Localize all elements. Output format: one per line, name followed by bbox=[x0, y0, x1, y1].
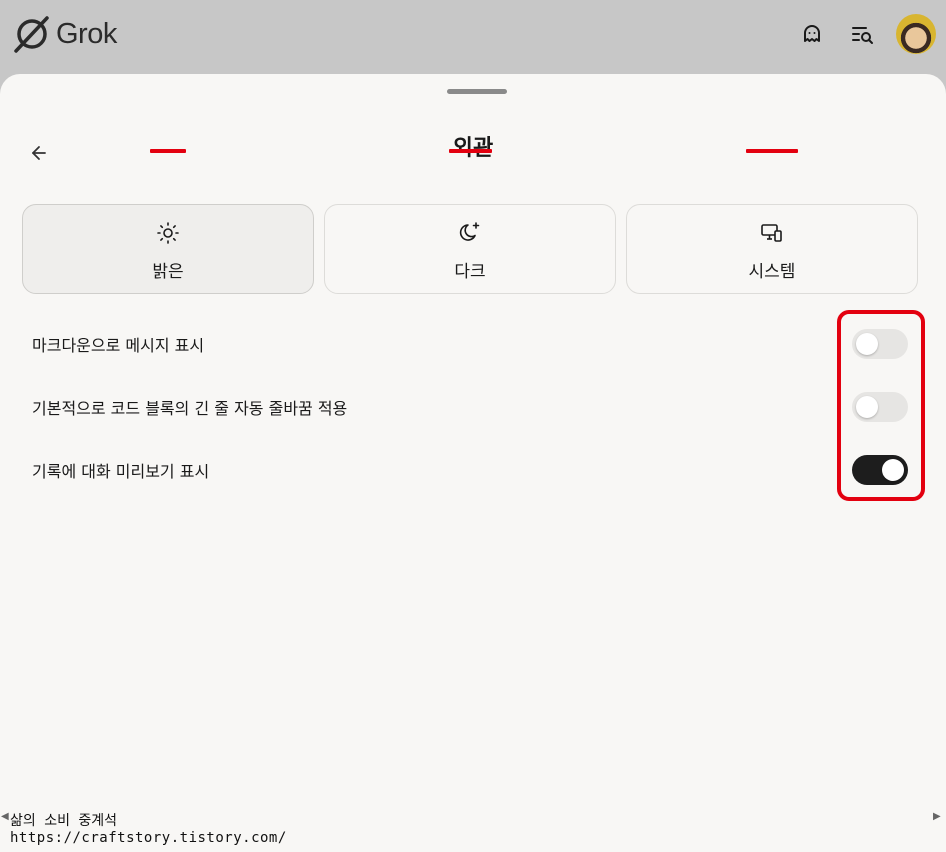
ghost-icon[interactable] bbox=[798, 20, 826, 48]
page-title: 외관 bbox=[0, 130, 946, 162]
setting-label: 기본적으로 코드 블록의 긴 줄 자동 줄바꿈 적용 bbox=[32, 399, 348, 418]
theme-option-system[interactable]: 시스템 bbox=[626, 204, 918, 294]
app-name: Grok bbox=[56, 17, 117, 50]
setting-label: 기록에 대화 미리보기 표시 bbox=[32, 462, 210, 481]
scroll-right-icon: ▶ bbox=[933, 811, 941, 822]
drag-handle[interactable] bbox=[447, 89, 507, 94]
theme-label: 시스템 bbox=[748, 262, 796, 282]
setting-history-preview: 기록에 대화 미리보기 표시 bbox=[32, 450, 912, 490]
history-search-icon[interactable] bbox=[849, 20, 877, 48]
annotation-underline bbox=[746, 149, 798, 153]
moon-sparkle-icon bbox=[459, 222, 480, 241]
user-avatar[interactable] bbox=[896, 14, 936, 54]
annotation-underline bbox=[150, 149, 186, 153]
setting-markdown: 마크다운으로 메시지 표시 bbox=[32, 324, 912, 364]
grok-logo[interactable]: Grok bbox=[12, 14, 117, 54]
annotation-highlight-box bbox=[837, 310, 925, 501]
top-bar: Grok bbox=[0, 0, 946, 74]
theme-label: 밝은 bbox=[152, 262, 184, 282]
grok-logo-icon bbox=[14, 16, 49, 53]
watermark-title: 삶의 소비 중계석 bbox=[10, 813, 118, 829]
theme-label: 다크 bbox=[454, 262, 486, 282]
scroll-left-icon: ◀ bbox=[1, 811, 9, 822]
setting-code-wrap: 기본적으로 코드 블록의 긴 줄 자동 줄바꿈 적용 bbox=[32, 387, 912, 427]
watermark-url: https://craftstory.tistory.com/ bbox=[10, 830, 287, 846]
setting-label: 마크다운으로 메시지 표시 bbox=[32, 336, 205, 355]
theme-option-dark[interactable]: 다크 bbox=[324, 204, 616, 294]
devices-icon bbox=[761, 224, 782, 242]
appearance-sheet: 외관 밝은 다크 bbox=[0, 74, 946, 852]
sun-icon bbox=[157, 222, 179, 244]
annotation-underline bbox=[449, 149, 492, 153]
theme-option-light[interactable]: 밝은 bbox=[22, 204, 314, 294]
